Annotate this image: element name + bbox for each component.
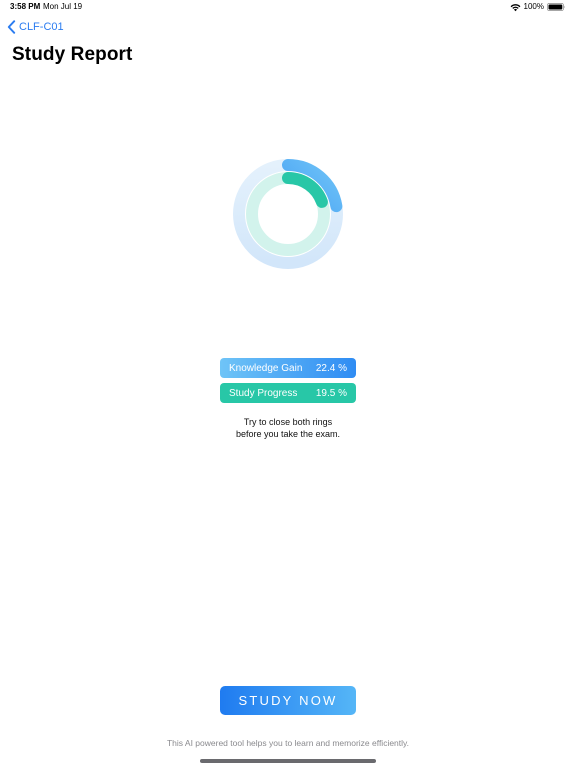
hint-line-2: before you take the exam. bbox=[235, 429, 341, 439]
study-now-button[interactable]: STUDY NOW bbox=[220, 686, 356, 715]
status-date: Mon Jul 19 bbox=[43, 2, 83, 11]
knowledge-gain-badge: Knowledge Gain 22.4 % bbox=[220, 358, 356, 378]
back-label: CLF-C01 bbox=[19, 21, 64, 33]
study-progress-value: 19.5 % bbox=[315, 387, 347, 399]
status-time: 3:58 PM bbox=[10, 2, 41, 11]
home-indicator[interactable] bbox=[200, 759, 376, 763]
study-progress-badge: Study Progress 19.5 % bbox=[220, 383, 356, 403]
battery-percent: 100% bbox=[523, 2, 544, 11]
battery-icon bbox=[547, 3, 566, 11]
study-progress-label: Study Progress bbox=[229, 387, 298, 399]
progress-rings bbox=[233, 159, 343, 269]
study-report-screen: 3:58 PM Mon Jul 19 100% CLF-C01 Study Re… bbox=[0, 0, 576, 768]
footer-text: This AI powered tool helps you to learn … bbox=[166, 738, 410, 748]
chevron-left-icon bbox=[7, 20, 16, 34]
status-bar: 3:58 PM Mon Jul 19 100% bbox=[0, 0, 576, 14]
wifi-icon bbox=[510, 3, 520, 11]
page-title: Study Report bbox=[12, 44, 133, 65]
hint-text: Try to close both rings before you take … bbox=[188, 416, 388, 440]
hint-line-1: Try to close both rings bbox=[243, 417, 333, 427]
knowledge-gain-label: Knowledge Gain bbox=[229, 362, 303, 374]
back-button[interactable]: CLF-C01 bbox=[7, 20, 64, 34]
status-indicators: 100% bbox=[510, 0, 566, 14]
knowledge-gain-value: 22.4 % bbox=[315, 362, 347, 374]
